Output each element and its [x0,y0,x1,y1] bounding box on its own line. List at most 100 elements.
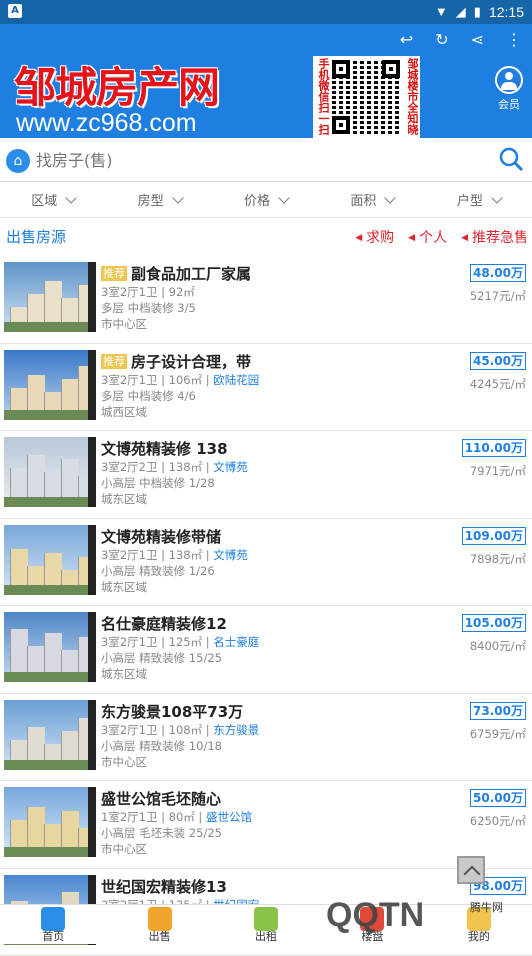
qr-left-text: 手机微信扫一扫 [315,58,329,135]
listing-floor: 小高层 毛坯未装 25/25 [101,825,461,841]
listing-floor: 小高层 精致装修 10/18 [101,738,461,754]
section-header: 出售房源 求购 个人 推荐急售 [0,222,532,252]
watermark-caption: 腾牛网 [470,899,503,915]
listing-unit-price: 5217元/㎡ [470,288,526,304]
listing-item[interactable]: 名仕豪庭精装修12 3室2厅1卫 | 125㎡ | 名士豪庭 小高层 精致装修 … [0,606,532,694]
listing-photo [4,525,96,595]
recommend-badge: 推荐 [101,354,127,369]
listing-title: 东方骏景108平73万 [101,702,461,722]
listing-floor: 小高层 精致装修 15/25 [101,650,461,666]
listing-specs: 3室2厅1卫 | 125㎡ | 名士豪庭 [101,634,461,650]
listing-district: 城东区域 [101,579,461,595]
logo-url: www.zc968.com [16,108,197,138]
chevron-down-icon [66,192,77,203]
listing-community[interactable]: 盛世公馆 [206,810,252,824]
more-icon[interactable]: ⋮ [506,30,522,49]
listing-district: 城东区域 [101,491,461,507]
filter-room-type[interactable]: 房型 [106,186,212,217]
back-icon[interactable]: ↩ [400,30,413,49]
listing-community[interactable]: 欧陆花园 [213,373,259,387]
listing-district: 市中心区 [101,316,461,332]
battery-icon: ▮ [474,3,481,20]
tab-rent[interactable]: 出租 [213,905,319,944]
listing-title: 文博苑精装修带储 [101,527,461,547]
filter-price[interactable]: 价格 [213,186,319,217]
listing-unit-price: 8400元/㎡ [462,638,526,654]
listing-community[interactable]: 东方骏景 [213,723,259,737]
listing-unit-price: 6759元/㎡ [470,726,526,742]
listing-list: 推荐副食品加工厂家属 3室2厅1卫 | 92㎡ 多层 中档装修 3/5 市中心区… [0,256,532,956]
listing-photo [4,350,96,420]
back-to-top-button[interactable] [457,856,485,884]
listing-district: 城西区域 [101,404,461,420]
listing-photo [4,787,96,857]
filter-area[interactable]: 面积 [319,186,425,217]
home-icon[interactable] [6,149,30,173]
clock: 12:15 [489,4,524,20]
listing-photo [4,262,96,332]
listing-specs: 3室2厅1卫 | 92㎡ [101,284,461,300]
listing-community[interactable]: 名士豪庭 [213,635,259,649]
user-icon [495,66,523,94]
listing-price: 109.00万 [462,527,526,545]
link-wanted[interactable]: 求购 [355,227,394,247]
listing-title: 盛世公馆毛坯随心 [101,789,461,809]
listing-floor: 小高层 精致装修 1/26 [101,563,461,579]
listing-item[interactable]: 东方骏景108平73万 3室2厅1卫 | 108㎡ | 东方骏景 小高层 精致装… [0,694,532,782]
listing-district: 市中心区 [101,754,461,770]
refresh-icon[interactable]: ↻ [435,30,448,49]
listing-title: 世纪国宏精装修13 [101,877,461,897]
listing-floor: 多层 中档装修 4/6 [101,388,461,404]
member-button[interactable]: 会员 [494,66,524,112]
share-icon[interactable]: ⋖ [471,30,484,49]
listing-title: 文博苑精装修 138 [101,439,461,459]
listing-photo [4,700,96,770]
listing-unit-price: 7971元/㎡ [462,463,526,479]
listing-item[interactable]: 文博苑精装修带储 3室2厅1卫 | 138㎡ | 文博苑 小高层 精致装修 1/… [0,519,532,607]
listing-floor: 多层 中档装修 3/5 [101,300,461,316]
listing-price: 48.00万 [470,264,526,282]
listing-item[interactable]: 推荐副食品加工厂家属 3室2厅1卫 | 92㎡ 多层 中档装修 3/5 市中心区… [0,256,532,344]
listing-community[interactable]: 文博苑 [213,460,248,474]
listing-specs: 3室2厅2卫 | 138㎡ | 文博苑 [101,459,461,475]
listing-specs: 3室2厅1卫 | 106㎡ | 欧陆花园 [101,372,461,388]
watermark-logo: QQTN [326,896,424,935]
listing-price: 50.00万 [470,789,526,807]
tab-sale-icon [148,907,172,931]
listing-item[interactable]: 盛世公馆毛坯随心 1室2厅1卫 | 80㎡ | 盛世公馆 小高层 毛坯未装 25… [0,781,532,869]
listing-unit-price: 4245元/㎡ [470,376,526,392]
link-personal[interactable]: 个人 [408,227,447,247]
listing-district: 市中心区 [101,841,461,857]
listing-price: 45.00万 [470,352,526,370]
listing-title: 推荐副食品加工厂家属 [101,264,461,284]
search-input[interactable] [36,146,476,174]
listing-price: 105.00万 [462,614,526,632]
filter-region[interactable]: 区域 [0,186,106,217]
status-bar: A ▼ ◢ ▮ 12:15 [0,0,532,24]
listing-district: 城东区域 [101,666,461,682]
listing-photo [4,612,96,682]
filter-layout[interactable]: 户型 [426,186,532,217]
chevron-down-icon [491,192,502,203]
tab-home[interactable]: 首页 [0,905,106,944]
search-icon[interactable] [498,146,524,172]
listing-floor: 小高层 中档装修 1/28 [101,475,461,491]
listing-specs: 3室2厅1卫 | 138㎡ | 文博苑 [101,547,461,563]
tab-sale[interactable]: 出售 [106,905,212,944]
listing-unit-price: 6250元/㎡ [470,813,526,829]
tab-rent-icon [254,907,278,931]
link-urgent[interactable]: 推荐急售 [461,227,528,247]
wifi-icon: ▼ [435,3,448,20]
listing-community[interactable]: 文博苑 [213,548,248,562]
listing-price: 110.00万 [462,439,526,457]
app-notification-icon: A [8,4,22,18]
chevron-down-icon [172,192,183,203]
chevron-down-icon [278,192,289,203]
listing-item[interactable]: 推荐房子设计合理，带 3室2厅1卫 | 106㎡ | 欧陆花园 多层 中档装修 … [0,344,532,432]
search-bar [0,138,532,182]
bottom-tab-bar: 首页出售出租楼盘我的 [0,904,532,944]
listing-item[interactable]: 文博苑精装修 138 3室2厅2卫 | 138㎡ | 文博苑 小高层 中档装修 … [0,431,532,519]
listing-price: 73.00万 [470,702,526,720]
listing-photo [4,437,96,507]
app-header: ↩ ↻ ⋖ ⋮ 邹城房产网 www.zc968.com 手机微信扫一扫 邹城楼市… [0,24,532,138]
